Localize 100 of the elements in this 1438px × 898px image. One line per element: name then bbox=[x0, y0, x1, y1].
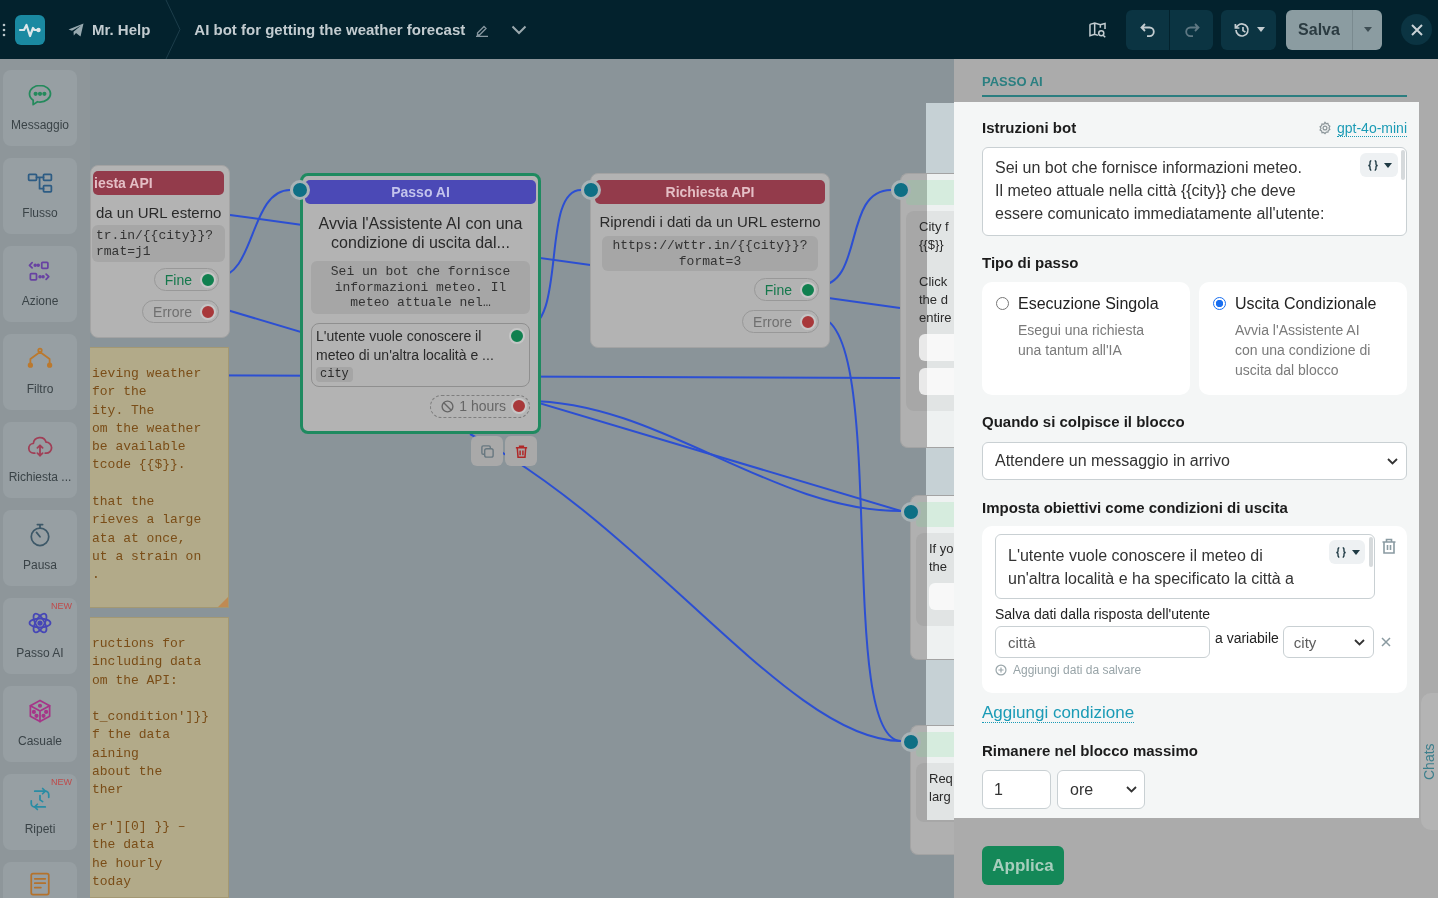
unit-dropdown[interactable]: ore bbox=[1057, 770, 1145, 809]
braces-icon bbox=[1334, 545, 1347, 559]
joiner-text: a variabile bbox=[1215, 630, 1279, 646]
tool-button[interactable]: NEW Ripeti bbox=[3, 774, 77, 850]
option-card[interactable]: Uscita Condizionale Avvia l'Assistente AI con una condizione di uscita dal blocco bbox=[1199, 282, 1407, 395]
chevron-down-icon[interactable] bbox=[511, 24, 528, 35]
input-handle[interactable] bbox=[901, 732, 921, 752]
output-handle[interactable] bbox=[200, 271, 216, 288]
caret-down-icon bbox=[1256, 27, 1265, 32]
node-header-bar bbox=[906, 180, 954, 205]
output-handle[interactable] bbox=[511, 398, 527, 414]
add-condition-link[interactable]: Aggiungi condizione bbox=[982, 703, 1135, 723]
input-handle[interactable] bbox=[901, 502, 921, 522]
add-data-link[interactable]: Aggiungi dati da salvare bbox=[995, 663, 1142, 677]
output-label: Errore bbox=[753, 313, 792, 330]
node-text: City f {{$}} bbox=[919, 218, 950, 254]
output-label: Errore bbox=[153, 303, 192, 320]
chevron-down-icon bbox=[1387, 457, 1398, 465]
output-handle[interactable] bbox=[800, 313, 816, 330]
scrollbar-thumb[interactable] bbox=[1401, 150, 1405, 180]
chevron-down-icon bbox=[1126, 786, 1137, 793]
variable-chip: city bbox=[316, 366, 353, 382]
note-text: ructions for including data om the API: t_condition']}} f the data aining about the ther er'][0] }} – the data he hourly today bbox=[92, 635, 211, 891]
trash-icon bbox=[513, 443, 529, 459]
variable-dropdown[interactable]: city bbox=[1282, 626, 1374, 658]
undo-button[interactable] bbox=[1126, 9, 1170, 50]
trigger-dropdown[interactable]: Attendere un messaggio in arrivo bbox=[982, 442, 1407, 480]
tool-button[interactable]: Filtro bbox=[3, 334, 77, 410]
number-field[interactable]: 1 bbox=[982, 770, 1051, 809]
close-icon bbox=[1410, 23, 1423, 36]
output-handle[interactable] bbox=[800, 281, 816, 298]
save-options-button[interactable] bbox=[1352, 9, 1382, 50]
field-label: Tipo di passo bbox=[982, 254, 1079, 272]
input-field[interactable] bbox=[919, 334, 954, 361]
option-title: Esecuzione Singola bbox=[1018, 294, 1160, 314]
node-description: Riprendi i dati da un URL esterno bbox=[598, 213, 822, 230]
tool-button[interactable]: Casuale bbox=[3, 686, 77, 762]
folded-corner-icon bbox=[218, 597, 228, 607]
data-field[interactable]: città bbox=[995, 626, 1210, 658]
input-handle[interactable] bbox=[290, 180, 310, 200]
field-label: Quando si colpisce il blocco bbox=[982, 413, 1185, 431]
caret-down-icon bbox=[1351, 549, 1360, 555]
tool-button[interactable]: Flusso bbox=[3, 158, 77, 234]
section-tab[interactable]: PASSO AI bbox=[982, 74, 1043, 89]
new-label: NEW bbox=[51, 777, 72, 787]
bot-title: AI bot for getting the weather forecast bbox=[194, 21, 466, 38]
field-label: Istruzioni bot bbox=[982, 119, 1077, 137]
gear-icon bbox=[1317, 121, 1332, 135]
option-title: Uscita Condizionale bbox=[1235, 294, 1378, 314]
node-header: iesta API bbox=[93, 171, 224, 195]
node-header: Richiesta API bbox=[595, 180, 825, 204]
tool-button[interactable]: Azione bbox=[3, 246, 77, 322]
condition-field[interactable]: L'utente vuole conoscere il meteo di un'altra località e ha specificato la città a bbox=[995, 534, 1375, 599]
remove-icon[interactable] bbox=[1380, 637, 1391, 647]
scrollbar-thumb[interactable] bbox=[1369, 537, 1373, 567]
tool-button[interactable]: Richiesta ... bbox=[3, 422, 77, 498]
node-text: Req larg bbox=[929, 770, 954, 806]
chats-tab[interactable]: Chats bbox=[1421, 693, 1438, 830]
code-snippet: tr.in/{{city}}? rmat=j1 bbox=[92, 225, 225, 262]
chevron-down-icon bbox=[1353, 638, 1365, 646]
version-history-button[interactable] bbox=[1221, 9, 1276, 50]
save-button[interactable]: Salva bbox=[1286, 9, 1352, 50]
input-handle[interactable] bbox=[891, 180, 911, 200]
breadcrumb-separator-icon bbox=[165, 0, 182, 59]
trash-icon[interactable] bbox=[1381, 538, 1397, 555]
save-label: Salva dati dalla risposta dell'utente bbox=[995, 606, 1211, 622]
tool-button[interactable]: NEW Passo AI bbox=[3, 598, 77, 674]
model-link[interactable]: gpt-4o-mini bbox=[1317, 119, 1407, 137]
node-header-bar bbox=[916, 732, 954, 757]
node-text: Click the d entire bbox=[919, 273, 953, 327]
output-handle[interactable] bbox=[509, 327, 525, 344]
output-label: Fine bbox=[764, 281, 792, 298]
output-handle[interactable] bbox=[200, 303, 216, 320]
braces-icon bbox=[1366, 158, 1379, 172]
condition-text: L'utente vuole conoscere il meteo di un'altra località e ... bbox=[316, 326, 495, 365]
node-description: Avvia l'Assistente AI con una condizione di uscita dal... bbox=[317, 214, 524, 252]
variable-button[interactable] bbox=[1360, 153, 1398, 177]
close-button[interactable] bbox=[1401, 14, 1432, 45]
note-text: ieving weather for the ity. The om the weather be available tcode {{$}}. that the rieves a large ata at once, ut a strain on . bbox=[92, 365, 203, 585]
copy-button[interactable] bbox=[471, 436, 503, 466]
radio-button[interactable] bbox=[996, 297, 1009, 310]
node-description: da un URL esterno bbox=[96, 204, 223, 221]
map-search-icon[interactable] bbox=[1089, 21, 1106, 38]
tool-button[interactable]: Messaggio bbox=[3, 70, 77, 146]
input-field[interactable] bbox=[919, 368, 954, 395]
instructions-field[interactable]: Sei un bot che fornisce informazioni meteo. Il meteo attuale nella città {{city}} che deve essere comunicato immediatamente all'utente: bbox=[982, 147, 1407, 236]
undo-icon bbox=[1139, 22, 1156, 37]
apply-button[interactable]: Applica bbox=[982, 846, 1064, 885]
logo-icon[interactable] bbox=[15, 14, 45, 45]
option-card[interactable]: Esecuzione Singola Esegui una richiesta una tantum all'IA bbox=[982, 282, 1190, 395]
code-snippet: https://wttr.in/{{city}}? format=3 bbox=[602, 236, 818, 271]
radio-button[interactable] bbox=[1213, 297, 1226, 310]
input-handle[interactable] bbox=[581, 180, 601, 200]
variable-button[interactable] bbox=[1329, 540, 1365, 564]
history-icon bbox=[1232, 21, 1251, 38]
drag-handle-icon[interactable] bbox=[2, 22, 6, 37]
tool-button[interactable]: Pausa bbox=[3, 510, 77, 586]
bot-link[interactable]: Mr. Help bbox=[68, 21, 151, 38]
option-description: Esegui una richiesta una tantum all'IA bbox=[1018, 321, 1146, 360]
delete-button[interactable] bbox=[505, 436, 537, 466]
